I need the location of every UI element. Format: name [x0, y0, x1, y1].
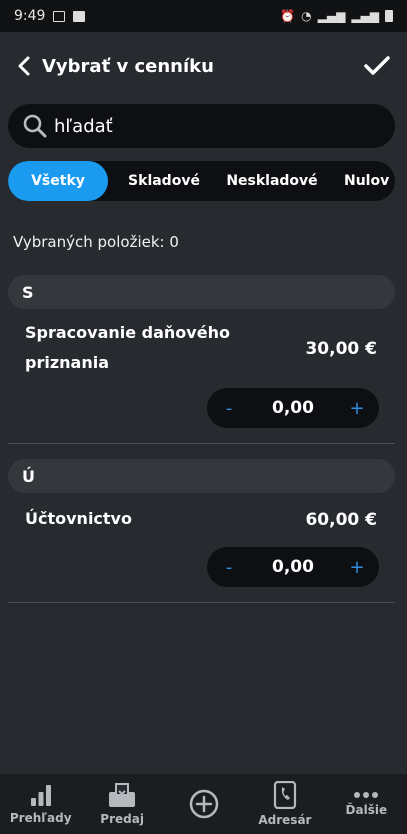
- contacts-icon: [272, 781, 298, 809]
- section-header-s: S: [8, 275, 395, 309]
- signal-icon: ▂▄▆: [317, 9, 346, 23]
- nav-reports[interactable]: Prehľady: [0, 774, 81, 834]
- tab-stock[interactable]: Skladové: [108, 161, 220, 201]
- status-time: 9:49: [14, 8, 46, 24]
- wifi-icon: ◔: [301, 9, 312, 23]
- quantity-value[interactable]: 0,00: [272, 557, 314, 577]
- nav-label: Adresár: [258, 813, 312, 827]
- section-header-u: Ú: [8, 459, 395, 493]
- search-bar[interactable]: [8, 104, 395, 148]
- filter-tabs: Všetky Skladové Neskladové Nulov: [8, 161, 395, 201]
- check-icon: [364, 56, 390, 75]
- bar-chart-icon: [29, 783, 53, 807]
- nav-contacts[interactable]: Adresár: [244, 774, 325, 834]
- nav-add[interactable]: [163, 774, 244, 834]
- page-title: Vybrať v cenníku: [42, 55, 214, 77]
- item-price: 30,00 €: [305, 339, 377, 359]
- item-price: 60,00 €: [305, 510, 377, 530]
- item-name[interactable]: Účtovnictvo: [25, 504, 255, 534]
- signal-2-icon: ▂▄▆: [351, 9, 379, 23]
- nav-more[interactable]: Ďalšie: [326, 774, 407, 834]
- battery-icon: [385, 10, 393, 22]
- quantity-stepper: - 0,00 +: [207, 547, 379, 587]
- decrease-button[interactable]: -: [221, 557, 237, 578]
- item-name[interactable]: Spracovanie daňového priznania: [25, 318, 255, 378]
- decrease-button[interactable]: -: [221, 398, 237, 419]
- quantity-value[interactable]: 0,00: [272, 398, 314, 418]
- tab-non-stock[interactable]: Neskladové: [220, 161, 324, 201]
- nav-label: Ďalšie: [345, 803, 388, 817]
- search-input[interactable]: [54, 115, 354, 137]
- image-notification-icon: [53, 10, 66, 22]
- selected-count: Vybraných položiek: 0: [13, 233, 179, 251]
- chevron-left-icon: [18, 56, 30, 76]
- app-bar: Vybrať v cenníku: [0, 32, 407, 100]
- nav-label: Prehľady: [9, 811, 72, 825]
- increase-button[interactable]: +: [349, 557, 365, 578]
- alarm-icon: ⏰: [280, 9, 296, 23]
- status-bar: 9:49 ⏰ ◔ ▂▄▆ ▂▄▆: [0, 0, 407, 32]
- back-button[interactable]: [10, 46, 38, 86]
- sale-icon: [107, 782, 137, 808]
- bottom-nav: Prehľady Predaj Adresár Ďalšie: [0, 774, 407, 834]
- nav-label: Predaj: [100, 812, 144, 826]
- nav-sale[interactable]: Predaj: [81, 774, 162, 834]
- download-notification-icon: [73, 10, 86, 22]
- quantity-stepper: - 0,00 +: [207, 388, 379, 428]
- more-icon: [353, 791, 379, 799]
- increase-button[interactable]: +: [349, 398, 365, 419]
- confirm-button[interactable]: [357, 46, 397, 86]
- tab-all[interactable]: Všetky: [8, 161, 108, 201]
- search-icon: [23, 114, 47, 138]
- divider: [8, 443, 395, 444]
- add-circle-icon: [188, 788, 220, 820]
- divider: [8, 602, 395, 603]
- tab-zero[interactable]: Nulov: [324, 161, 395, 201]
